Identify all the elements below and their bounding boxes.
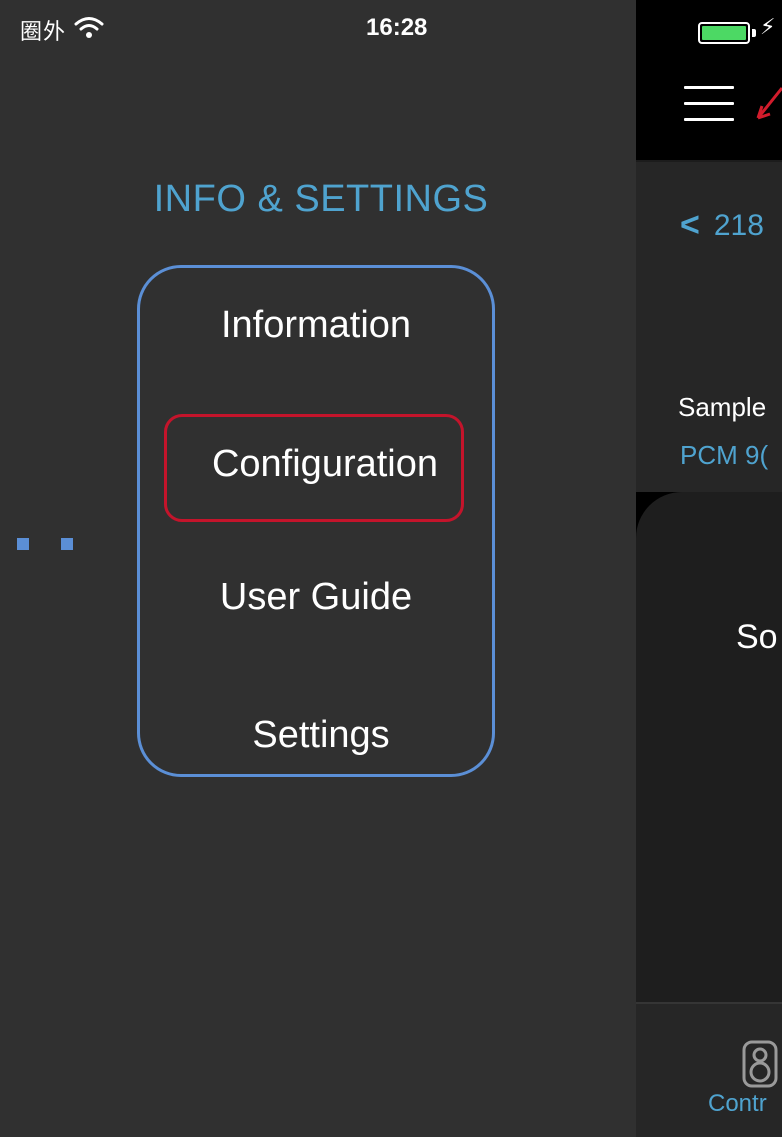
drawer-title: INFO & SETTINGS xyxy=(153,178,489,220)
back-chevron-icon: < xyxy=(680,206,700,244)
carrier-label: 圈外 xyxy=(20,19,67,44)
menu-item-settings[interactable]: Settings xyxy=(142,714,500,757)
battery-icon xyxy=(698,22,750,44)
back-button[interactable]: < 218 xyxy=(680,206,764,245)
wifi-icon xyxy=(74,15,104,45)
menu-item-user-guide[interactable]: User Guide xyxy=(137,576,495,619)
status-time: 16:28 xyxy=(366,14,428,41)
content-panel xyxy=(636,492,782,1002)
annotation-dot xyxy=(61,538,73,550)
hamburger-menu-icon[interactable] xyxy=(684,86,738,126)
menu-item-configuration[interactable]: Configuration xyxy=(146,443,504,486)
charging-bolt-icon: ⚡ xyxy=(760,14,776,39)
menu-item-information[interactable]: Information xyxy=(137,304,495,347)
status-bar-left: 圈外 xyxy=(20,14,104,46)
tab-label-control[interactable]: Contr xyxy=(708,1090,767,1118)
main-pane: ⚡ < 218 Sample PCM 9( So Contr xyxy=(636,0,782,1137)
back-label: 218 xyxy=(713,208,764,242)
sample-label: Sample xyxy=(678,392,767,422)
annotation-dot xyxy=(17,538,29,550)
source-text: So xyxy=(736,618,778,656)
battery-cap xyxy=(752,29,756,37)
annotation-arrow-icon xyxy=(754,86,782,131)
sample-value: PCM 9( xyxy=(680,440,769,470)
speaker-icon[interactable] xyxy=(740,1040,780,1093)
settings-drawer: 圈外 16:28 INFO & SETTINGS Information Con… xyxy=(0,0,636,1137)
